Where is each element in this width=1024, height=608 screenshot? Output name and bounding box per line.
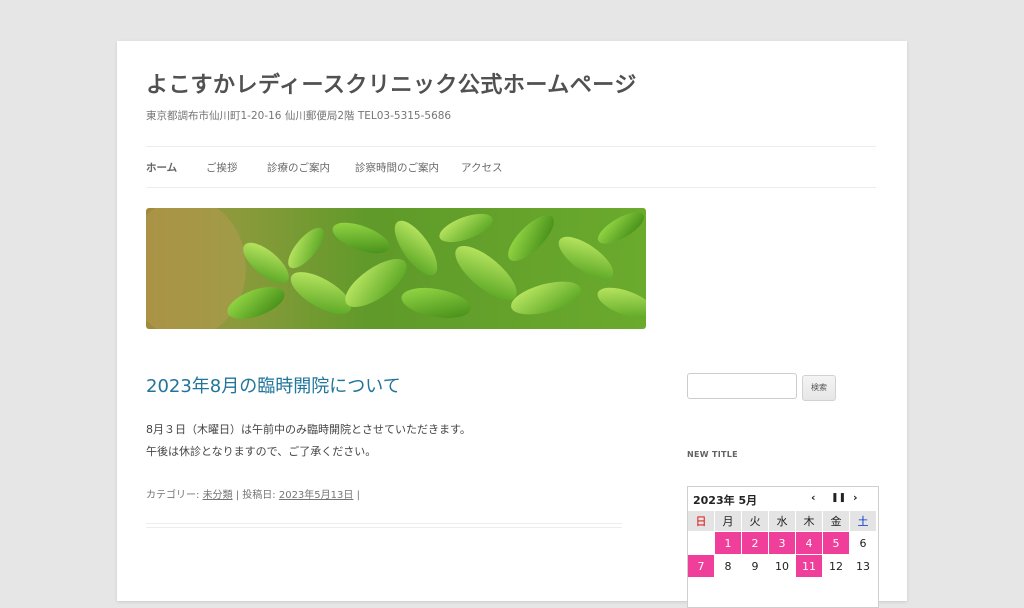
header-banner-image: [146, 208, 646, 329]
calendar-grid: 日月火水木金土 1 2 3 4 5 6 7 8 9 10 11 12 13: [688, 511, 878, 578]
calendar-month-label: 2023年 5月: [693, 494, 758, 507]
calendar-weekday-header: 日: [688, 511, 715, 532]
meta-separator: |: [353, 490, 360, 501]
page-container: よこすかレディースクリニック公式ホームページ 東京都調布市仙川町1-20-16 …: [117, 41, 907, 608]
meta-separator: | 投稿日:: [232, 490, 279, 501]
calendar-day: 3: [769, 532, 796, 555]
calendar-weekday-header: 火: [742, 511, 769, 532]
nav-item-hours[interactable]: 診察時間のご案内: [355, 160, 439, 175]
calendar-weekday-header: 土: [850, 511, 877, 532]
post-content-line: 午後は休診となりますので、ご了承ください。: [146, 445, 377, 458]
business-calendar: 2023年 5月 ‹ ❚❚ › 日月火水木金土 1 2 3 4 5 6 7 8 9 10 11 12 13: [687, 486, 879, 608]
post-date-link[interactable]: 2023年5月13日: [279, 490, 354, 501]
chevron-left-icon[interactable]: ‹: [811, 491, 816, 504]
calendar-day: 13: [850, 555, 877, 578]
calendar-day: 5: [823, 532, 850, 555]
post-meta: カテゴリー: 未分類 | 投稿日: 2023年5月13日 |: [146, 486, 360, 501]
widget-title: NEW TITLE: [687, 450, 738, 459]
calendar-day: 6: [850, 532, 877, 555]
nav-item-greeting[interactable]: ご挨拶: [206, 160, 238, 175]
meta-category-label: カテゴリー:: [146, 490, 203, 501]
nav-item-access[interactable]: アクセス: [461, 160, 502, 175]
main-navigation: ホーム ご挨拶 診療のご案内 診察時間のご案内 アクセス: [146, 146, 876, 188]
calendar-day: 7: [688, 555, 715, 578]
calendar-weekday-header: 水: [769, 511, 796, 532]
calendar-day: 10: [769, 555, 796, 578]
calendar-empty-cell: [688, 532, 715, 555]
calendar-day: 4: [796, 532, 823, 555]
post-divider: [146, 523, 622, 528]
calendar-weekday-header: 木: [796, 511, 823, 532]
calendar-day: 1: [715, 532, 742, 555]
site-title[interactable]: よこすかレディースクリニック公式ホームページ: [146, 67, 637, 99]
post-title-link[interactable]: 2023年8月の臨時開院について: [146, 372, 401, 398]
calendar-weekday-header: 金: [823, 511, 850, 532]
nav-item-home[interactable]: ホーム: [146, 160, 177, 175]
pause-icon[interactable]: ❚❚: [831, 493, 846, 503]
nav-item-medical-info[interactable]: 診療のご案内: [267, 160, 330, 175]
search-button[interactable]: 検索: [802, 375, 836, 401]
calendar-day: 12: [823, 555, 850, 578]
calendar-day: 2: [742, 532, 769, 555]
search-input[interactable]: [687, 373, 797, 399]
calendar-weekday-header: 月: [715, 511, 742, 532]
post-content-line: 8月３日（木曜日）は午前中のみ臨時開院とさせていただきます。: [146, 423, 471, 436]
calendar-header: 2023年 5月 ‹ ❚❚ ›: [688, 487, 878, 511]
category-link[interactable]: 未分類: [203, 490, 233, 501]
calendar-day: 11: [796, 555, 823, 578]
calendar-day: 8: [715, 555, 742, 578]
calendar-day: 9: [742, 555, 769, 578]
site-description: 東京都調布市仙川町1-20-16 仙川郵便局2階 TEL03-5315-5686: [146, 110, 452, 122]
chevron-right-icon[interactable]: ›: [853, 491, 858, 504]
